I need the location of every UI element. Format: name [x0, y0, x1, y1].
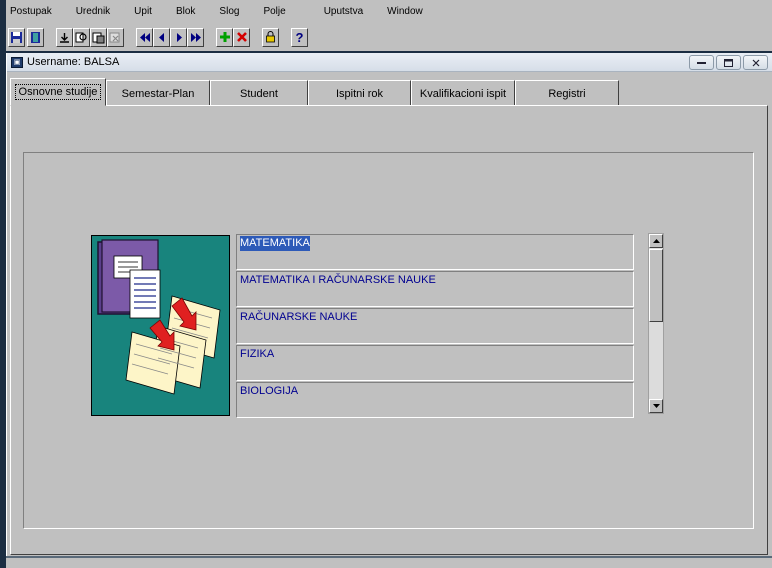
list-item[interactable]: MATEMATIKA	[236, 234, 634, 270]
count-query-icon[interactable]	[90, 27, 107, 47]
tab-ispitni-rok[interactable]: Ispitni rok	[308, 80, 411, 106]
tab-semestar-plan[interactable]: Semestar-Plan	[106, 80, 210, 106]
insert-record-icon[interactable]	[216, 27, 233, 47]
last-record-icon[interactable]	[187, 27, 204, 47]
next-record-icon[interactable]	[170, 27, 187, 47]
record-value[interactable]: MATEMATIKA I RAČUNARSKE NAUKE	[240, 273, 436, 288]
save-icon[interactable]	[8, 27, 25, 47]
tab-label: Ispitni rok	[335, 87, 384, 100]
tab-student[interactable]: Student	[210, 80, 308, 106]
window-title: Username: BALSA	[27, 56, 120, 68]
list-item[interactable]: BIOLOGIJA	[236, 382, 634, 418]
menu-urednik[interactable]: Urednik	[72, 0, 114, 23]
menu-bar: Postupak Urednik Upit Blok Slog Polje Up…	[6, 0, 772, 23]
menu-slog[interactable]: Slog	[215, 0, 243, 23]
tab-label: Student	[240, 87, 278, 100]
toolbar: ?	[6, 23, 772, 51]
list-item[interactable]: MATEMATIKA I RAČUNARSKE NAUKE	[236, 271, 634, 307]
lock-record-icon[interactable]	[262, 27, 279, 47]
tab-strip: Osnovne studije Semestar-Plan Student Is…	[10, 78, 619, 106]
tab-label: Kvalifikacioni ispit	[419, 87, 507, 100]
menu-blok[interactable]: Blok	[172, 0, 199, 23]
record-value[interactable]: MATEMATIKA	[240, 236, 310, 251]
execute-query-icon[interactable]	[73, 27, 90, 47]
tab-label: Registri	[548, 87, 586, 100]
list-item[interactable]: RAČUNARSKE NAUKE	[236, 308, 634, 344]
menu-window[interactable]: Window	[383, 0, 427, 23]
delete-record-icon[interactable]	[233, 27, 250, 47]
menu-uputstva[interactable]: Uputstva	[320, 0, 367, 23]
oracle-forms-icon: ▣	[11, 56, 23, 68]
cancel-query-icon[interactable]	[107, 27, 124, 47]
status-strip	[6, 556, 772, 568]
students-documents-illustration	[91, 235, 230, 416]
menu-upit[interactable]: Upit	[130, 0, 156, 23]
first-record-icon[interactable]	[136, 27, 153, 47]
vertical-scrollbar[interactable]	[648, 233, 664, 414]
scroll-up-icon[interactable]	[649, 234, 663, 248]
menu-postupak[interactable]: Postupak	[6, 0, 56, 23]
window-titlebar: ▣ Username: BALSA	[7, 53, 772, 72]
minimize-icon[interactable]	[689, 55, 714, 70]
study-program-list: MATEMATIKA MATEMATIKA I RAČUNARSKE NAUKE…	[236, 234, 634, 419]
window-controls	[689, 55, 768, 70]
tab-registri[interactable]: Registri	[515, 80, 619, 106]
tab-label: Osnovne studije	[14, 84, 102, 100]
menu-polje[interactable]: Polje	[259, 0, 289, 23]
exit-door-icon[interactable]	[27, 27, 44, 47]
scrollbar-thumb[interactable]	[649, 249, 663, 322]
record-value[interactable]: RAČUNARSKE NAUKE	[240, 310, 357, 325]
close-icon[interactable]	[743, 55, 768, 70]
record-value[interactable]: BIOLOGIJA	[240, 384, 298, 399]
tab-label: Semestar-Plan	[121, 87, 195, 100]
previous-record-icon[interactable]	[153, 27, 170, 47]
tab-osnovne-studije[interactable]: Osnovne studije	[10, 78, 106, 106]
scroll-down-icon[interactable]	[649, 399, 663, 413]
record-value[interactable]: FIZIKA	[240, 347, 274, 362]
maximize-icon[interactable]	[716, 55, 741, 70]
help-icon[interactable]: ?	[291, 27, 308, 47]
list-item[interactable]: FIZIKA	[236, 345, 634, 381]
tab-kvalifikacioni-ispit[interactable]: Kvalifikacioni ispit	[411, 80, 515, 106]
enter-query-icon[interactable]	[56, 27, 73, 47]
